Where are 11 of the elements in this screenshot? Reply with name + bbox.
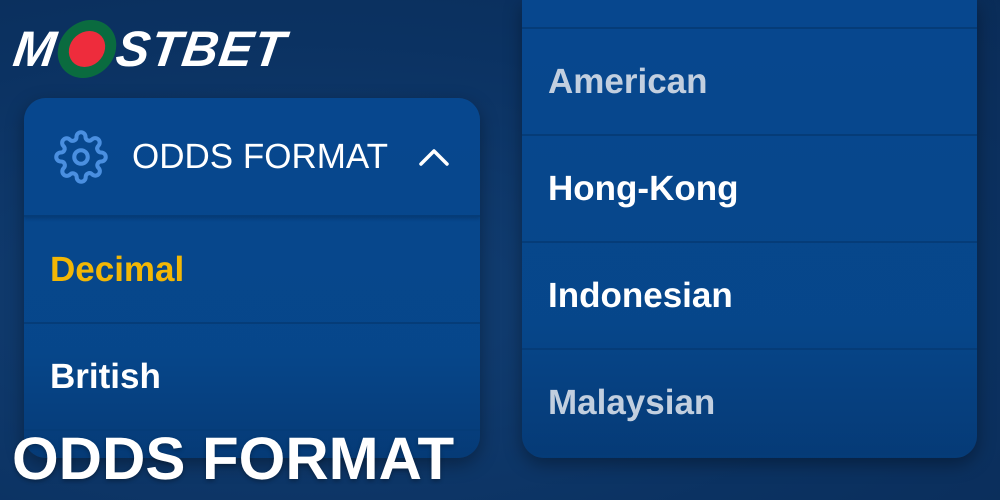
odds-option[interactable]: Indonesian: [548, 276, 733, 316]
chevron-icon[interactable]: [418, 146, 450, 166]
odds-option[interactable]: Malaysian: [548, 382, 716, 422]
brand-logo: M STBET: [10, 20, 290, 78]
gear-icon: [54, 130, 108, 184]
menu-title: ODDS FORMAT: [132, 136, 390, 176]
odds-option[interactable]: Decimal: [50, 250, 184, 290]
odds-option[interactable]: British: [50, 356, 161, 396]
caption-title: ODDS FORMAT: [12, 424, 454, 493]
odds-option[interactable]: American: [548, 62, 708, 102]
odds-option[interactable]: Hong-Kong: [548, 168, 738, 208]
